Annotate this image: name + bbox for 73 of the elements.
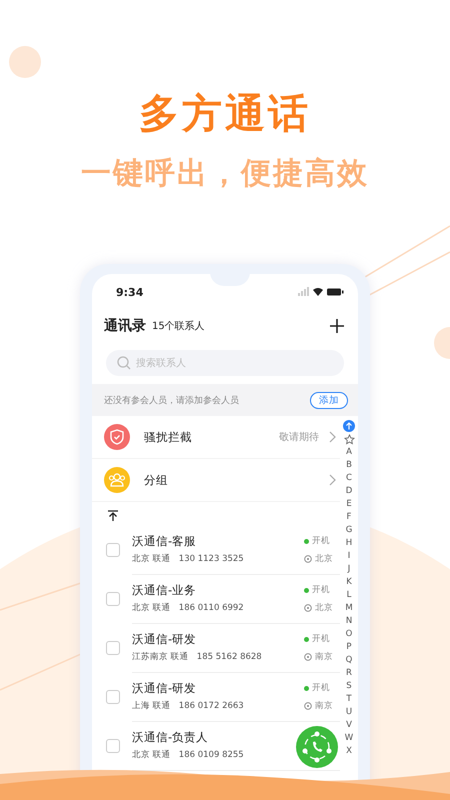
checkbox[interactable]: [106, 690, 120, 704]
subheadline: 一键呼出，便捷高效: [81, 155, 369, 193]
page-title: 通讯录: [104, 317, 146, 335]
decor-circle: [9, 46, 41, 78]
contact-detail: 北京 联通 130 1123 3525: [132, 552, 244, 564]
scroll-top-icon[interactable]: [108, 510, 118, 521]
contact-status: 开机: [304, 682, 336, 694]
checkbox[interactable]: [106, 542, 120, 556]
status-time: 9:34: [116, 286, 144, 298]
chevron-icon: [329, 474, 336, 486]
status-icons: [298, 287, 344, 297]
index-letter[interactable]: T: [346, 694, 352, 705]
index-letter[interactable]: N: [346, 616, 352, 627]
contact-count: 15个联系人: [152, 320, 205, 333]
location-icon: [304, 652, 312, 660]
add-icon[interactable]: [330, 319, 344, 333]
add-button[interactable]: 添加: [310, 392, 348, 408]
conference-call-button[interactable]: [296, 726, 338, 768]
contact-name: 沃通信-研发: [132, 632, 196, 646]
index-letter[interactable]: X: [346, 746, 352, 757]
contact-status: 开机: [304, 633, 336, 645]
arrow-up-icon[interactable]: [343, 420, 355, 432]
index-letter[interactable]: H: [346, 538, 352, 550]
headline: 多方通话: [139, 90, 311, 139]
search-icon: [117, 356, 131, 370]
index-letter[interactable]: O: [346, 629, 352, 640]
contact-name: 沃通信-研发: [132, 680, 196, 696]
index-letter[interactable]: S: [346, 681, 352, 692]
chevron-icon: [329, 431, 336, 443]
location-icon: [304, 702, 312, 710]
checkbox[interactable]: [106, 738, 120, 752]
contact-detail: 北京 联通 186 0109 8255: [132, 748, 244, 760]
menu-label: 分组: [144, 472, 168, 488]
index-letter[interactable]: G: [346, 525, 352, 536]
checkbox[interactable]: [106, 592, 120, 606]
contact-name: 沃通信-负责人: [132, 730, 208, 744]
menu-item[interactable]: 分组: [92, 459, 340, 502]
contact-name: 沃通信-业务: [132, 582, 196, 598]
index-letter[interactable]: E: [346, 499, 352, 510]
index-letter[interactable]: B: [346, 460, 352, 472]
index-letter[interactable]: P: [346, 642, 352, 653]
index-letter[interactable]: C: [346, 473, 352, 484]
index-letter[interactable]: A: [346, 447, 352, 458]
checkbox[interactable]: [106, 640, 120, 654]
index-letter[interactable]: D: [346, 486, 352, 498]
index-letter[interactable]: R: [346, 668, 352, 679]
notice-text: 还没有参会人员，请添加参会人员: [104, 394, 239, 406]
contact-detail: 北京 联通 186 0110 6992: [132, 602, 244, 614]
contact-status: 开机: [304, 584, 336, 596]
contact-location: 南京: [315, 700, 333, 712]
index-letter[interactable]: U: [346, 707, 352, 718]
index-letter[interactable]: W: [344, 733, 354, 744]
contact-detail: 上海 联通 186 0172 2663: [132, 700, 244, 712]
star-icon[interactable]: [344, 434, 354, 446]
contact-status: 开机: [304, 535, 336, 547]
index-letter[interactable]: L: [346, 590, 352, 601]
index-letter[interactable]: V: [346, 720, 352, 731]
search-field[interactable]: 搜索联系人: [106, 350, 344, 376]
index-letter[interactable]: F: [346, 512, 352, 524]
menu-note: 敬请期待: [279, 430, 319, 444]
index-letter[interactable]: Q: [346, 655, 352, 666]
menu-item[interactable]: 骚扰拦截 敬请期待: [92, 416, 340, 459]
menu-label: 骚扰拦截: [144, 430, 192, 444]
contact-location: 南京: [315, 650, 333, 662]
index-letter[interactable]: M: [345, 603, 353, 614]
index-letter[interactable]: J: [348, 564, 350, 576]
contact-location: 北京: [315, 552, 333, 564]
index-letter[interactable]: K: [346, 577, 352, 588]
contact-location: 北京: [315, 602, 333, 614]
contact-name: 沃通信-客服: [132, 534, 196, 548]
location-icon: [304, 604, 312, 612]
contact-detail: 江苏南京 联通 185 5162 8628: [132, 650, 262, 662]
location-icon: [304, 554, 312, 562]
